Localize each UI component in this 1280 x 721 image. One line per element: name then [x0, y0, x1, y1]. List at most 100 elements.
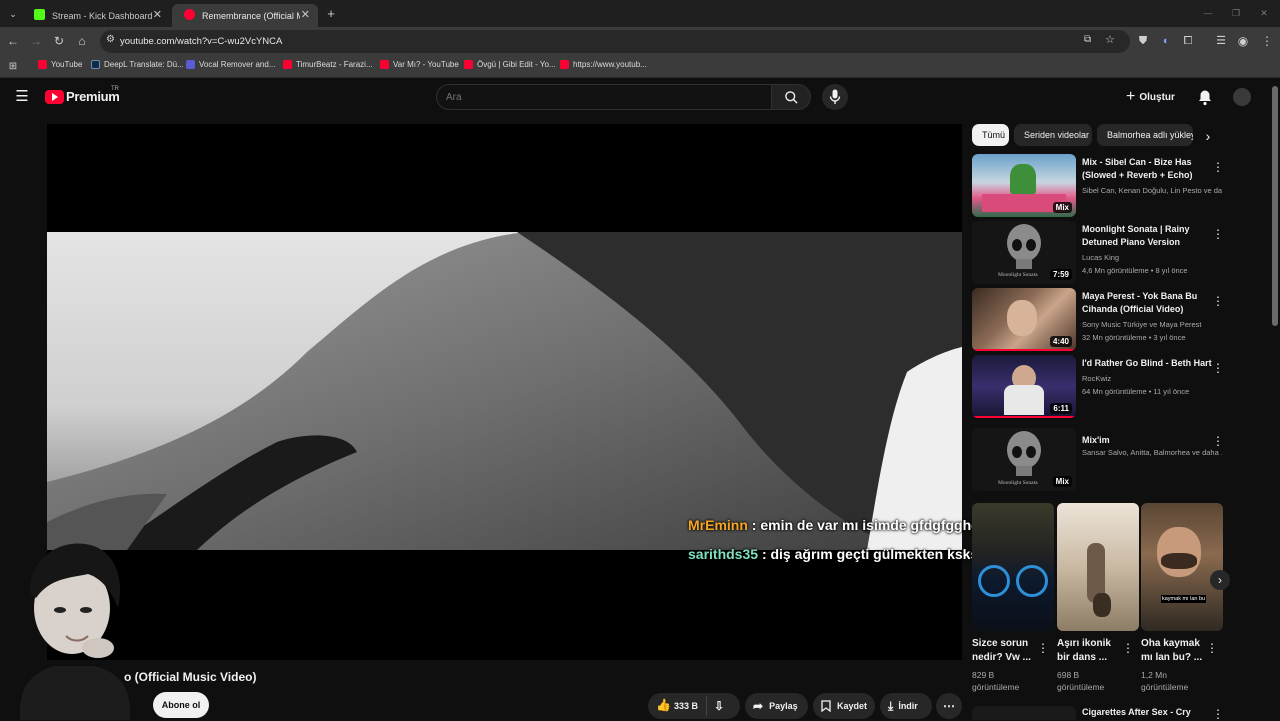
tab-search-chevron-icon[interactable]: ⌄	[5, 6, 21, 22]
recommendation-channel[interactable]: Sony Music Türkiye ve Maya Perest	[1082, 320, 1222, 329]
search-box[interactable]	[436, 84, 772, 110]
recommendation-title[interactable]: Moonlight Sonata | Rainy Detuned Piano V…	[1082, 223, 1212, 249]
video-thumbnail[interactable]: Moonlight Sonata 7:59	[972, 221, 1076, 284]
bookmark-item[interactable]: Vocal Remover and...	[186, 60, 275, 69]
install-app-icon[interactable]: ⧉	[1084, 34, 1091, 45]
new-tab-icon[interactable]: +	[323, 6, 339, 22]
notifications-bell-icon[interactable]	[1197, 89, 1213, 106]
short-thumbnail[interactable]	[1057, 503, 1139, 631]
hamburger-menu-icon[interactable]: ☰	[14, 89, 30, 105]
recommendation-item[interactable]: Mix Mix - Sibel Can - Bize Has (Slowed +…	[972, 154, 1272, 218]
media-controls-icon[interactable]: ☰	[1213, 33, 1229, 49]
back-icon[interactable]: ←	[5, 33, 21, 49]
more-vertical-icon[interactable]: ⋮	[1212, 434, 1224, 448]
bookmark-star-icon[interactable]: ☆	[1105, 33, 1115, 46]
more-actions-button[interactable]: ⋯	[936, 693, 962, 719]
short-title[interactable]: Aşırı ikonik bir dans ...	[1057, 637, 1121, 665]
chat-text: : emin de var mı isimde gfdgfgghgfhg	[751, 517, 1002, 533]
short-thumbnail[interactable]: kaymak mı lan bu	[1141, 503, 1223, 631]
bookmark-item[interactable]: TimurBeatz - Farazi...	[283, 60, 373, 69]
home-icon[interactable]: ⌂	[74, 33, 90, 49]
dislike-thumb-icon[interactable]: ⇩	[714, 699, 724, 713]
bookmark-item[interactable]: DeepL Translate: Dü...	[91, 60, 184, 69]
recommendation-channel[interactable]: Lucas King	[1082, 253, 1222, 262]
browser-tab-kick[interactable]: Stream - Kick Dashboard ✕	[22, 4, 170, 27]
chips-next-chevron-icon[interactable]: ›	[1196, 124, 1220, 148]
minimize-icon[interactable]: —	[1200, 5, 1216, 21]
recommendation-stats: 64 Mn görüntüleme • 11 yıl önce	[1082, 387, 1190, 396]
chip-series[interactable]: Seriden videolar	[1014, 124, 1092, 146]
close-tab-icon[interactable]: ✕	[301, 8, 310, 21]
recommendation-title[interactable]: Mix'im	[1082, 434, 1212, 447]
short-title[interactable]: Sizce sorun nedir? Vw ...	[972, 637, 1036, 665]
more-vertical-icon[interactable]: ⋮	[1122, 641, 1134, 655]
shield-extension-icon[interactable]: ⛊	[1135, 33, 1151, 49]
like-count[interactable]: 333 B	[674, 701, 698, 711]
chip-uploader[interactable]: Balmorhea adlı yükleyiciden	[1097, 124, 1193, 146]
search-button[interactable]	[771, 84, 811, 110]
youtube-bookmark-icon	[38, 60, 47, 69]
video-thumbnail[interactable]: 4:40	[972, 288, 1076, 351]
create-button[interactable]: + Oluştur	[1126, 87, 1175, 107]
voice-search-button[interactable]	[822, 84, 848, 110]
chat-username: MrEminn	[688, 517, 748, 533]
download-button[interactable]: ⤓ İndir	[880, 693, 932, 719]
recommendation-channel[interactable]: Sibel Can, Kenan Doğulu, Lin Pesto ve da…	[1082, 186, 1222, 195]
more-vertical-icon[interactable]: ⋮	[1212, 361, 1224, 375]
recommendation-item[interactable]: 6:11 I'd Rather Go Blind - Beth Hart Roc…	[972, 355, 1272, 419]
browser-menu-icon[interactable]: ⋮	[1259, 33, 1275, 49]
browser-tab-youtube[interactable]: Remembrance (Official Music V ✕	[172, 4, 318, 27]
avatar[interactable]	[1233, 88, 1251, 106]
bookmark-item[interactable]: Övgü | Gibi Edit - Yo...	[464, 60, 556, 69]
save-button[interactable]: Kaydet	[813, 693, 875, 719]
more-vertical-icon[interactable]: ⋮	[1206, 641, 1218, 655]
recommendation-title[interactable]: Maya Perest - Yok Bana Bu Cihanda (Offic…	[1082, 290, 1212, 316]
close-tab-icon[interactable]: ✕	[153, 8, 162, 21]
video-thumbnail[interactable]: Moonlight Sonata Mix	[972, 428, 1076, 491]
short-title[interactable]: Oha kaymak mı lan bu? ...	[1141, 637, 1205, 665]
recommendation-item[interactable]: 4:40 Maya Perest - Yok Bana Bu Cihanda (…	[972, 288, 1272, 352]
bookmark-item[interactable]: https://www.youtub...	[560, 60, 647, 69]
window-close-icon[interactable]: ✕	[1256, 5, 1272, 21]
site-info-icon[interactable]: ⚙	[106, 34, 115, 45]
short-thumbnail[interactable]	[972, 503, 1054, 631]
recommendation-title[interactable]: I'd Rather Go Blind - Beth Hart	[1082, 357, 1212, 370]
reload-icon[interactable]: ↻	[51, 33, 67, 49]
more-vertical-icon[interactable]: ⋮	[1037, 641, 1049, 655]
video-player[interactable]	[47, 124, 962, 660]
youtube-logo-icon[interactable]	[45, 90, 64, 104]
profile-icon[interactable]: ◉	[1235, 33, 1251, 49]
video-thumbnail[interactable]: 6:11	[972, 355, 1076, 418]
maximize-icon[interactable]: ❐	[1228, 5, 1244, 21]
recommendation-stats: 32 Mn görüntüleme • 3 yıl önce	[1082, 333, 1186, 342]
more-vertical-icon[interactable]: ⋮	[1212, 707, 1224, 721]
subscribe-button[interactable]: Abone ol	[153, 692, 209, 718]
recommendation-title[interactable]: Mix - Sibel Can - Bize Has (Slowed + Rev…	[1082, 156, 1212, 182]
like-dislike-group: 👍 333 B ⇩	[648, 693, 740, 719]
recommendation-channel[interactable]: Sansar Salvo, Anitta, Balmorhea ve daha …	[1082, 448, 1222, 457]
chip-all[interactable]: Tümü	[972, 124, 1009, 146]
share-label: Paylaş	[769, 701, 798, 711]
apps-grid-icon[interactable]: ⊞	[5, 59, 21, 75]
page-scrollbar[interactable]	[1272, 86, 1278, 326]
address-bar[interactable]: ⚙ youtube.com/watch?v=C-wu2VcYNCA ⧉ ☆	[100, 30, 1130, 53]
recommendation-item[interactable]: Moonlight Sonata Mix Mix'im Sansar Salvo…	[972, 428, 1272, 492]
share-button[interactable]: ➦ Paylaş	[745, 693, 808, 719]
bookmark-item[interactable]: YouTube	[38, 60, 82, 69]
shorts-next-chevron-icon[interactable]: ›	[1210, 570, 1230, 590]
search-input[interactable]	[446, 89, 746, 105]
like-thumb-icon[interactable]: 👍	[656, 698, 671, 712]
more-vertical-icon[interactable]: ⋮	[1212, 294, 1224, 308]
video-thumbnail[interactable]	[972, 706, 1076, 720]
more-vertical-icon[interactable]: ⋮	[1212, 227, 1224, 241]
bookmark-item[interactable]: Var Mı? - YouTube	[380, 60, 459, 69]
more-vertical-icon[interactable]: ⋮	[1212, 160, 1224, 174]
extensions-puzzle-icon[interactable]: ⧠	[1180, 33, 1196, 49]
recommendation-item[interactable]: Moonlight Sonata 7:59 Moonlight Sonata |…	[972, 221, 1272, 285]
video-thumbnail[interactable]: Mix	[972, 154, 1076, 217]
audio-extension-icon[interactable]: ◖	[1157, 33, 1173, 49]
forward-icon[interactable]: →	[28, 33, 44, 49]
short-caption: kaymak mı lan bu	[1161, 595, 1207, 603]
recommendation-title[interactable]: Cigarettes After Sex - Cry	[1082, 707, 1191, 717]
recommendation-channel[interactable]: RocKwiz	[1082, 374, 1222, 383]
